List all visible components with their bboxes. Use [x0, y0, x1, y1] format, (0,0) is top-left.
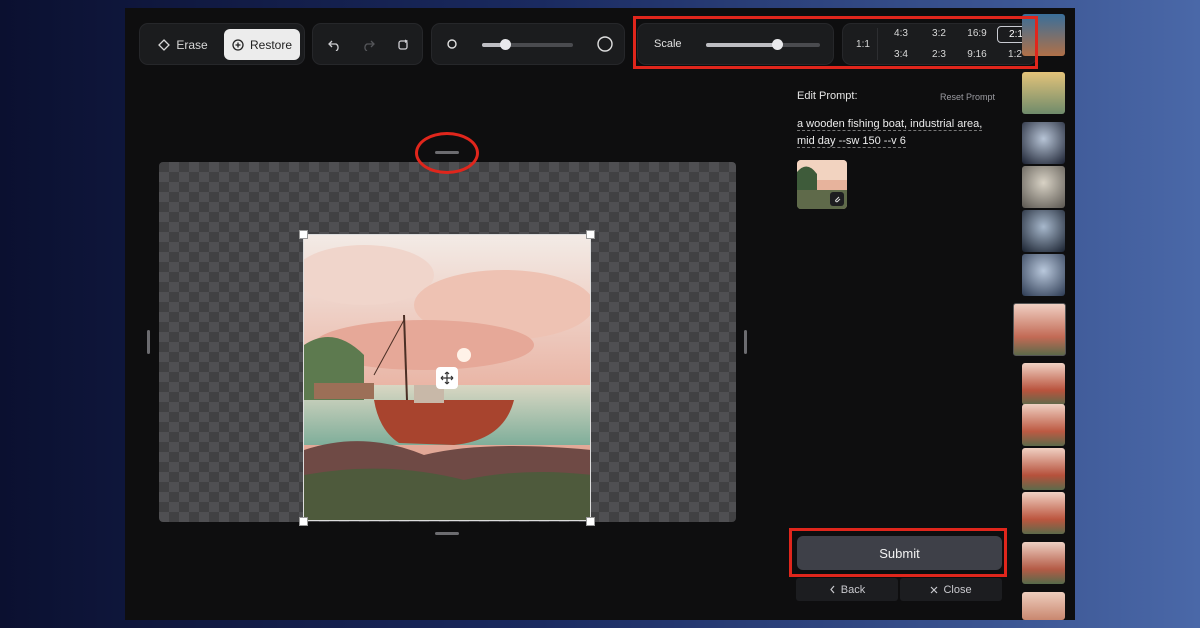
right-resize-handle[interactable] — [744, 330, 747, 354]
ratio-divider — [877, 28, 878, 60]
restore-label: Restore — [249, 37, 293, 52]
ratio-2-3[interactable]: 2:3 — [921, 49, 957, 60]
brush-size-group — [431, 23, 625, 65]
ratio-3-4[interactable]: 3:4 — [883, 49, 919, 60]
redo-icon — [362, 39, 375, 51]
close-icon — [930, 586, 938, 594]
redo-button[interactable] — [353, 29, 383, 60]
move-icon — [440, 371, 454, 385]
scale-slider[interactable] — [706, 39, 820, 50]
prompt-text[interactable]: a wooden fishing boat, industrial area, … — [797, 116, 997, 150]
left-resize-handle[interactable] — [147, 330, 150, 354]
history-group — [312, 23, 423, 65]
scale-group: Scale — [637, 23, 834, 65]
ratio-9-16[interactable]: 9:16 — [959, 49, 995, 60]
undo-button[interactable] — [319, 29, 349, 60]
restore-button[interactable]: Restore — [224, 29, 300, 60]
edit-prompt-label: Edit Prompt: — [797, 90, 858, 102]
crop-handle-top-left[interactable] — [299, 230, 308, 239]
prompt-line-1: a wooden fishing boat, industrial area, — [797, 118, 983, 131]
move-button[interactable] — [436, 367, 458, 389]
top-resize-handle[interactable] — [435, 151, 459, 154]
restore-icon — [232, 38, 244, 51]
history-thumbnail[interactable] — [1022, 363, 1065, 405]
reference-image[interactable] — [797, 160, 847, 209]
refresh-button[interactable] — [388, 29, 418, 60]
eraser-icon — [158, 38, 171, 51]
ratio-16-9[interactable]: 16:9 — [959, 28, 995, 39]
chevron-left-icon — [829, 585, 836, 594]
history-thumbnail-selected[interactable] — [1013, 303, 1066, 356]
history-thumbnail[interactable] — [1022, 254, 1065, 296]
close-label: Close — [943, 583, 972, 596]
erase-label: Erase — [176, 37, 208, 52]
history-thumbnail[interactable] — [1022, 492, 1065, 534]
scale-fill — [706, 43, 777, 47]
bottom-resize-handle[interactable] — [435, 532, 459, 535]
editor-window: Erase Restore Scale 1:1 4:3 3:2 16:9 2:1… — [125, 8, 1075, 620]
close-button[interactable]: Close — [900, 578, 1002, 601]
history-thumbnail[interactable] — [1022, 542, 1065, 584]
history-thumbnail[interactable] — [1022, 72, 1065, 114]
history-thumbnail[interactable] — [1022, 166, 1065, 208]
aspect-ratio-group: 1:1 4:3 3:2 16:9 2:1 3:4 2:3 9:16 1:2 — [842, 23, 1037, 65]
back-label: Back — [840, 583, 866, 596]
ratio-4-3[interactable]: 4:3 — [883, 28, 919, 39]
mode-toggle-group: Erase Restore — [139, 23, 305, 65]
ratio-1-1[interactable]: 1:1 — [845, 39, 881, 50]
history-thumbnail[interactable] — [1022, 14, 1065, 56]
history-thumbnail[interactable] — [1022, 122, 1065, 164]
history-thumbnail[interactable] — [1022, 592, 1065, 620]
brush-size-thumb[interactable] — [499, 39, 511, 50]
back-button[interactable]: Back — [796, 578, 898, 601]
reset-prompt-link[interactable]: Reset Prompt — [940, 92, 995, 102]
crop-handle-bottom-right[interactable] — [586, 517, 595, 526]
history-thumbnail[interactable] — [1022, 404, 1065, 446]
crop-handle-bottom-left[interactable] — [299, 517, 308, 526]
ratio-3-2[interactable]: 3:2 — [921, 28, 957, 39]
scale-label: Scale — [654, 38, 682, 50]
crop-handle-top-right[interactable] — [586, 230, 595, 239]
prompt-line-2: mid day --sw 150 --v 6 — [797, 135, 906, 148]
submit-button[interactable]: Submit — [797, 536, 1002, 570]
erase-button[interactable]: Erase — [146, 29, 220, 60]
attachment-icon — [833, 195, 842, 204]
refresh-icon — [397, 39, 409, 51]
small-circle-icon — [447, 39, 457, 49]
attachment-badge — [830, 192, 844, 206]
scale-thumb[interactable] — [771, 39, 783, 50]
history-thumbnail[interactable] — [1022, 448, 1065, 490]
undo-icon — [327, 39, 341, 51]
history-thumbnail[interactable] — [1022, 210, 1065, 252]
brush-size-slider[interactable] — [482, 39, 573, 50]
large-circle-icon — [597, 36, 613, 52]
